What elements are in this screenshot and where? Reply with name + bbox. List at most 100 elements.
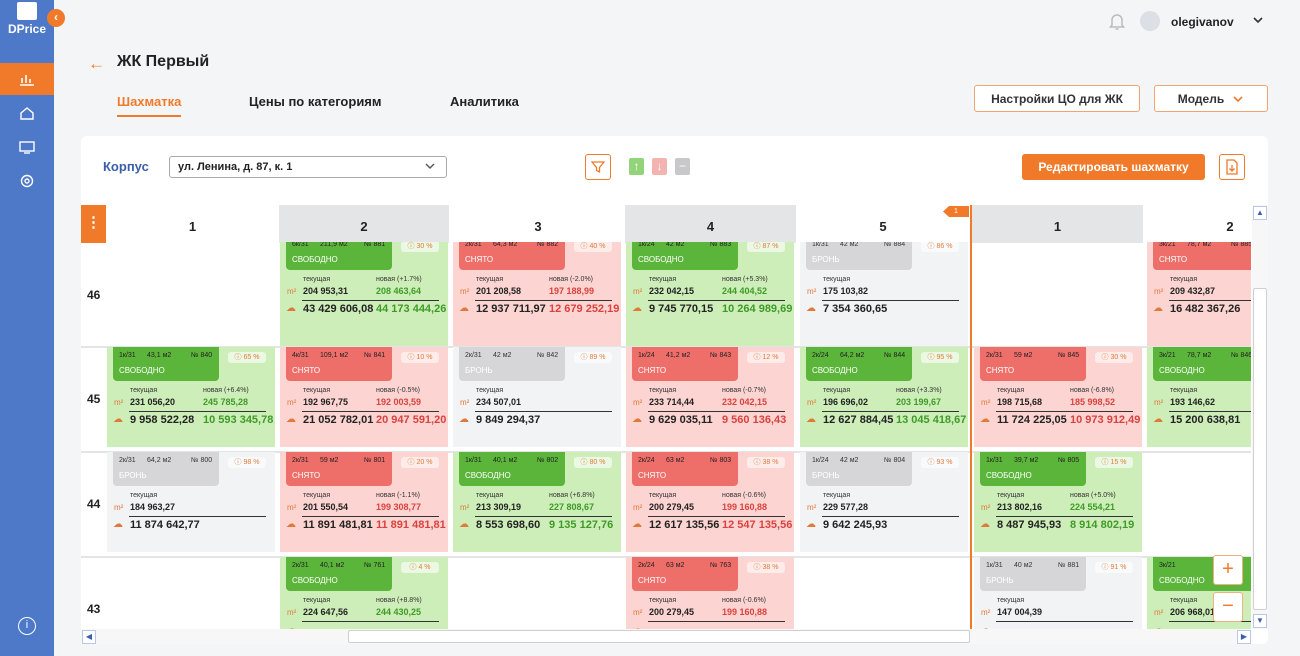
chart-icon	[20, 75, 34, 86]
arrow-down-icon[interactable]: ↓	[652, 158, 667, 175]
apartment-cell[interactable]: 1к/24 42 м2 № 804 БРОНЬ ⓘ 93 % текущая m² 229 5…	[800, 452, 968, 552]
new-total: 12 679 252,19	[549, 303, 620, 315]
current-price: 213 309,19	[476, 502, 522, 512]
back-arrow-icon[interactable]: ←	[88, 54, 105, 74]
current-label: текущая	[649, 492, 677, 499]
apartment-cell[interactable]: 1к/31 40,1 м2 № 802 СВОБОДНО ⓘ 80 % текущая но…	[453, 452, 621, 552]
floor-label: 46	[87, 288, 101, 302]
current-price: 204 953,31	[303, 286, 349, 296]
apartment-cell[interactable]: 1к/31 40 м2 № 881 БРОНЬ ⓘ 91 % текущая m² 147 0…	[974, 557, 1142, 629]
apartment-cell[interactable]: 3к/21 78,7 м2 № 885 СНЯТО текущая m² 209 432,8…	[1147, 242, 1251, 346]
current-label: текущая	[476, 492, 504, 499]
tab-chess[interactable]: Шахматка	[117, 94, 181, 109]
apartment-cell[interactable]: 1к/24 41,2 м2 № 843 СНЯТО ⓘ 12 % текущая новая…	[626, 347, 794, 447]
apartment-cell[interactable]: 2к/31 64,3 м2 № 882 СНЯТО ⓘ 40 % текущая новая…	[453, 242, 621, 346]
sidebar-item-settings[interactable]	[0, 165, 54, 197]
current-price: 200 279,45	[649, 607, 695, 617]
apartment-cell[interactable]: 2к/31 42 м2 № 842 БРОНЬ ⓘ 89 % текущая m² 234 5…	[453, 347, 621, 447]
korpus-select[interactable]: ул. Ленина, д. 87, к. 1	[169, 156, 447, 178]
apartment-cell[interactable]: 3к/21 78,7 м2 № 846 СВОБОДНО текущая m² 193 14…	[1147, 347, 1251, 447]
m2-label: m²	[114, 503, 124, 512]
zoom-out-button[interactable]: −	[1213, 592, 1243, 622]
apartment-cell[interactable]: 2к/31 59 м2 № 801 СНЯТО ⓘ 20 % текущая новая (…	[280, 452, 448, 552]
filter-icon	[591, 161, 605, 174]
cloud-icon: ☁	[806, 303, 816, 314]
separator	[475, 300, 612, 301]
price-change: (-0.5%)	[397, 387, 420, 394]
current-total: 11 891 481,81	[303, 519, 373, 531]
zoom-in-button[interactable]: +	[1213, 555, 1243, 585]
separator	[996, 516, 1133, 517]
scroll-down-button[interactable]: ▼	[1253, 614, 1267, 628]
sidebar-item-analytics[interactable]	[0, 63, 54, 95]
new-label-text: новая	[549, 276, 569, 283]
new-total: 44 173 444,26	[376, 303, 447, 315]
current-price: 234 507,01	[476, 397, 522, 407]
apartment-cell[interactable]: 1к/31 42 м2 № 884 БРОНЬ ⓘ 86 % текущая m² 175 1…	[800, 242, 968, 346]
current-total: 9 849 294,37	[476, 414, 541, 426]
m2-label: m²	[287, 398, 297, 407]
current-price: 209 432,87	[1170, 286, 1216, 296]
current-price: 201 208,58	[476, 286, 522, 296]
vertical-scroll-thumb[interactable]	[1253, 288, 1267, 610]
floor-label: 44	[87, 497, 101, 511]
apartment-cell[interactable]: 1к/24 42 м2 № 883 СВОБОДНО ⓘ 87 % текущая нова…	[626, 242, 794, 346]
current-total: 9 745 770,15	[649, 303, 714, 315]
scroll-right-button[interactable]: ▶	[1237, 630, 1251, 644]
separator	[996, 621, 1133, 622]
apartment-cell[interactable]: 2к/31 64,2 м2 № 800 БРОНЬ ⓘ 98 % текущая m² 184…	[107, 452, 275, 552]
apartment-cell[interactable]: 2к/31 59 м2 № 845 СНЯТО ⓘ 30 % текущая новая (…	[974, 347, 1142, 447]
avatar[interactable]	[1140, 11, 1160, 31]
horizontal-scroll-thumb[interactable]	[348, 630, 970, 643]
filter-button[interactable]	[585, 154, 611, 180]
m2-label: m²	[981, 503, 991, 512]
new-total: 12 547 135,56	[722, 519, 793, 531]
chevron-down-icon[interactable]	[1252, 14, 1264, 26]
current-total: 15 200 638,81	[1170, 414, 1241, 426]
monitor-icon	[19, 141, 35, 154]
cloud-icon: ☁	[459, 303, 469, 314]
sidebar-item-home[interactable]	[0, 97, 54, 129]
apartment-cell[interactable]: 4к/31 109,1 м2 № 841 СНЯТО ⓘ 10 % текущая нова…	[280, 347, 448, 447]
tab-analytics[interactable]: Аналитика	[450, 94, 519, 109]
arrow-up-icon[interactable]: ↑	[629, 158, 644, 175]
chevron-down-icon	[1233, 95, 1243, 102]
current-total: 7 354 360,65	[823, 303, 888, 315]
app-logo[interactable]: DPrice	[6, 0, 48, 40]
apartment-cell[interactable]: 6к/31 211,9 м2 № 881 СВОБОДНО ⓘ 30 % текущая н…	[280, 242, 448, 346]
m2-label: m²	[981, 398, 991, 407]
m2-label: m²	[460, 398, 470, 407]
edit-chess-button[interactable]: Редактировать шахматку	[1022, 154, 1205, 180]
info-icon[interactable]: i	[18, 617, 36, 635]
new-total: 11 891 481,81	[376, 519, 446, 531]
minus-icon[interactable]: −	[675, 158, 690, 175]
new-price: 199 160,88	[722, 502, 768, 512]
sidebar-item-screen[interactable]	[0, 131, 54, 163]
scroll-up-button[interactable]: ▲	[1253, 206, 1267, 220]
apartment-cell[interactable]: 2к/24 63 м2 № 763 СНЯТО ⓘ 38 % текущая новая (…	[626, 557, 794, 629]
current-label: текущая	[823, 276, 851, 283]
new-price: 197 188,99	[549, 286, 595, 296]
current-price: 201 550,54	[303, 502, 349, 512]
cloud-icon: ☁	[459, 519, 469, 530]
apartment-cell[interactable]: 1к/31 43,1 м2 № 840 СВОБОДНО ⓘ 65 % текущая но…	[107, 347, 275, 447]
username[interactable]: olegivanov	[1171, 15, 1234, 29]
apartment-cell[interactable]: 2к/24 63 м2 № 803 СНЯТО ⓘ 38 % текущая новая (…	[626, 452, 794, 552]
separator	[996, 411, 1133, 412]
new-label-text: новая	[722, 276, 742, 283]
separator	[129, 411, 266, 412]
apartment-cell[interactable]: 2к/31 40,1 м2 № 761 СВОБОДНО ⓘ 4 % текущая нов…	[280, 557, 448, 629]
collapse-sidebar-button[interactable]: ‹	[47, 9, 65, 27]
bell-icon[interactable]	[1108, 11, 1126, 31]
model-dropdown[interactable]: Модель	[1154, 85, 1268, 112]
grid-menu-button[interactable]: ⋮	[81, 205, 106, 243]
tab-category-prices[interactable]: Цены по категориям	[249, 94, 382, 109]
current-price: 206 968,01	[1170, 607, 1216, 617]
current-price: 224 647,56	[303, 607, 349, 617]
apartment-cell[interactable]: 1к/31 39,7 м2 № 805 СВОБОДНО ⓘ 15 % текущая но…	[974, 452, 1142, 552]
settings-button[interactable]: Настройки ЦО для ЖК	[974, 85, 1140, 112]
apartment-cell[interactable]: 2к/24 64,2 м2 № 844 СВОБОДНО ⓘ 95 % текущая но…	[800, 347, 968, 447]
export-button[interactable]	[1219, 154, 1245, 180]
current-price: 233 714,44	[649, 397, 695, 407]
scroll-left-button[interactable]: ◀	[82, 630, 96, 644]
